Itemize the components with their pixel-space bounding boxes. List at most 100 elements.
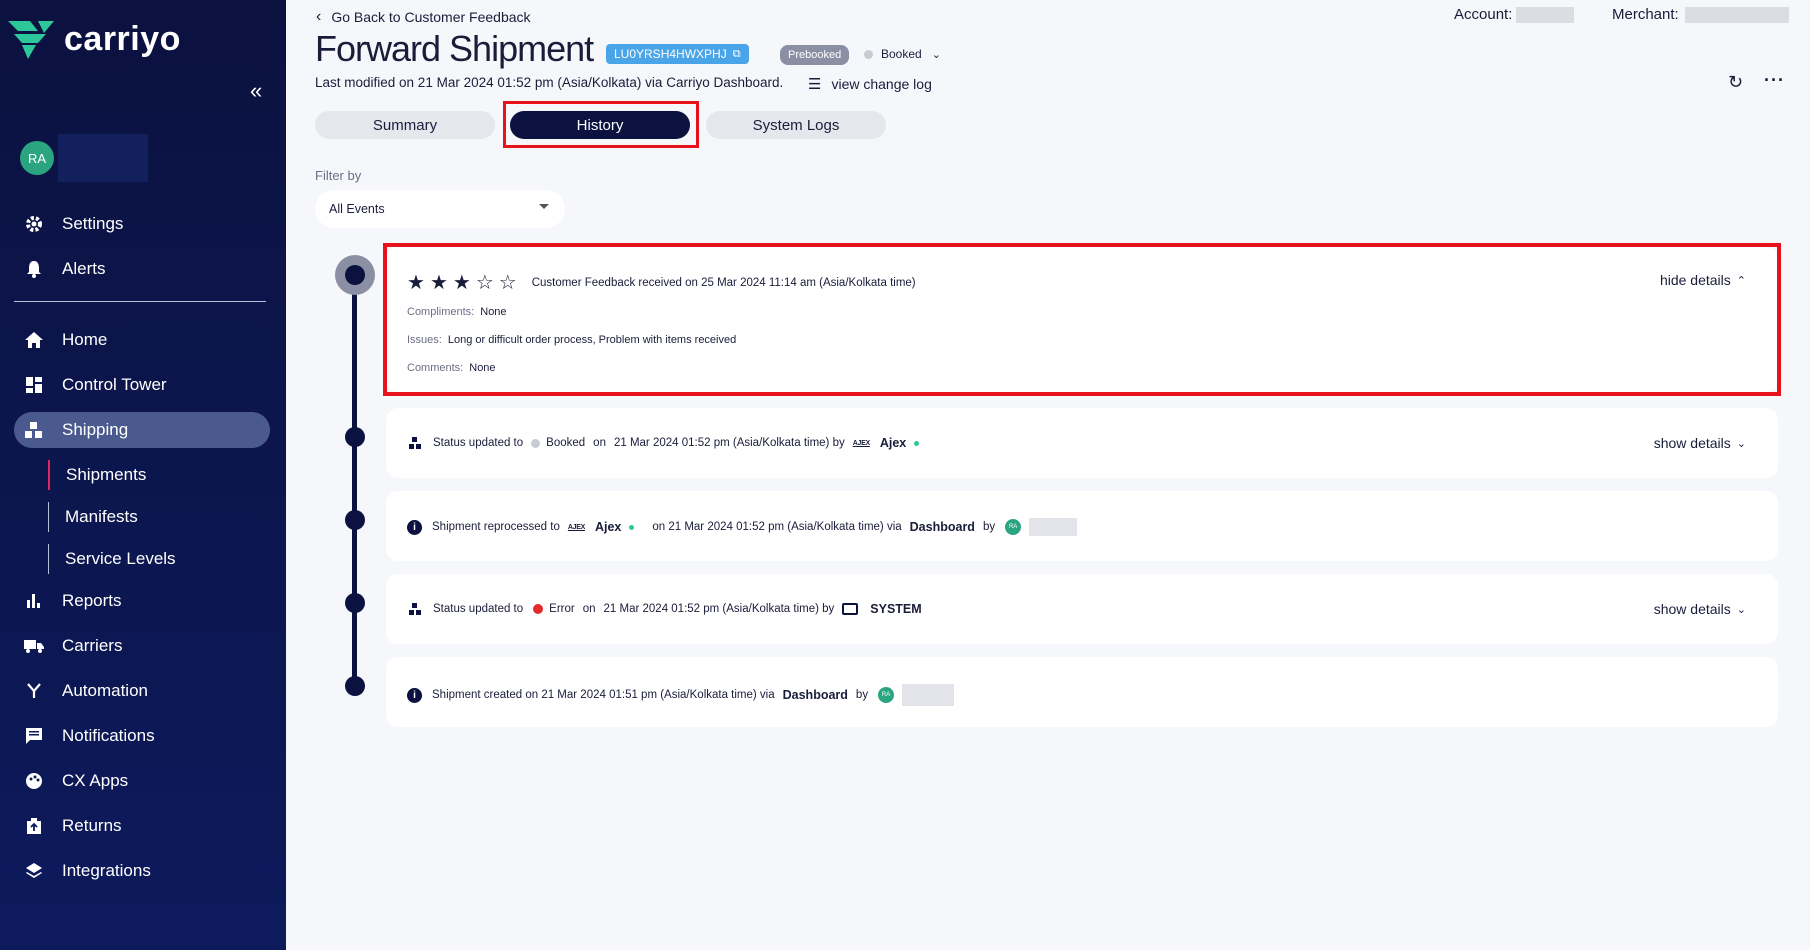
timeline-node: [345, 510, 365, 530]
chevron-down-icon: ⌄: [1736, 603, 1746, 616]
sidebar-item-carriers[interactable]: Carriers: [14, 628, 270, 664]
copy-icon[interactable]: ⧉: [733, 48, 741, 61]
status-dropdown[interactable]: Booked ⌄: [864, 47, 941, 61]
sidebar-item-control-tower[interactable]: Control Tower: [14, 367, 270, 403]
status-event-row: Status updated to Booked on 21 Mar 2024 …: [407, 435, 920, 451]
sidebar-item-settings[interactable]: Settings: [14, 206, 270, 242]
sidebar-item-automation[interactable]: Automation: [14, 673, 270, 709]
carrier-name[interactable]: Ajex: [880, 436, 906, 450]
sidebar-item-label: Reports: [62, 591, 122, 610]
sidebar-item-label: Alerts: [62, 259, 106, 278]
page-title: Forward Shipment: [315, 28, 594, 69]
subnav-item-manifests[interactable]: Manifests: [48, 502, 176, 532]
main-content: ‹ Go Back to Customer Feedback Account: …: [286, 0, 1810, 950]
filter-label: Filter by: [315, 168, 362, 183]
status-label: Booked: [881, 47, 922, 61]
sidebar-item-alerts[interactable]: Alerts: [14, 251, 270, 287]
sidebar-item-label: Returns: [62, 816, 122, 835]
return-box-icon: [24, 816, 44, 836]
event-filter-select[interactable]: All Events: [315, 190, 565, 228]
event-status: Error: [549, 603, 575, 615]
more-options-icon[interactable]: ···: [1764, 70, 1785, 91]
subnav-item-service-levels[interactable]: Service Levels: [48, 544, 176, 574]
timeline-line: [352, 274, 357, 688]
reprocess-event-card: i Shipment reprocessed to AJEX Ajex on 2…: [386, 491, 1778, 561]
chevron-left-icon: ‹: [316, 8, 322, 25]
carriyo-logo[interactable]: carriyo: [8, 20, 181, 59]
bell-icon: [24, 259, 44, 279]
timeline-node-active: [335, 255, 375, 295]
event-on: on: [593, 437, 606, 449]
nav-bottom: Reports Carriers Automation Notification…: [14, 583, 270, 889]
avatar: RA: [878, 687, 895, 703]
account-selector[interactable]: Account:: [1454, 6, 1575, 23]
sidebar-item-label: Control Tower: [62, 375, 167, 394]
gear-icon: [24, 214, 44, 234]
last-modified-text: Last modified on 21 Mar 2024 01:52 pm (A…: [315, 75, 784, 90]
user-profile[interactable]: RA: [20, 134, 148, 182]
carrier-name[interactable]: Ajex: [595, 520, 621, 534]
sidebar-item-notifications[interactable]: Notifications: [14, 718, 270, 754]
carriyo-logo-mark-icon: [8, 20, 54, 59]
refresh-icon[interactable]: ↻: [1728, 72, 1743, 93]
actor-system: SYSTEM: [870, 602, 922, 616]
merchant-value-redacted: [1684, 6, 1789, 23]
ajex-logo-icon: AJEX: [567, 523, 585, 531]
brand-name: carriyo: [64, 20, 181, 58]
merchant-selector[interactable]: Merchant:: [1612, 6, 1789, 23]
collapse-sidebar-icon[interactable]: «: [250, 78, 262, 104]
show-details-button[interactable]: show details ⌄: [1654, 601, 1746, 617]
reprocess-event-row: i Shipment reprocessed to AJEX Ajex on 2…: [407, 518, 1078, 536]
timeline-node: [345, 593, 365, 613]
status-dot-icon: [531, 438, 541, 448]
source-dashboard[interactable]: Dashboard: [783, 688, 848, 702]
boxes-icon: [407, 435, 423, 451]
subnav-item-shipments[interactable]: Shipments: [48, 460, 176, 490]
sidebar-item-integrations[interactable]: Integrations: [14, 853, 270, 889]
boxes-icon: [407, 601, 423, 617]
list-icon: ☰: [808, 76, 822, 93]
show-details-button[interactable]: show details ⌄: [1654, 435, 1746, 451]
event-by: by: [855, 689, 869, 701]
tab-system-logs[interactable]: System Logs: [706, 111, 886, 139]
sidebar-item-returns[interactable]: Returns: [14, 808, 270, 844]
highlight-box: [503, 101, 699, 148]
back-link[interactable]: ‹ Go Back to Customer Feedback: [316, 8, 531, 26]
chevron-down-icon: ⌄: [1736, 437, 1746, 450]
event-date: 21 Mar 2024 01:52 pm (Asia/Kolkata time)…: [613, 437, 845, 449]
event-on: on: [582, 603, 596, 615]
status-badge: Prebooked: [780, 45, 850, 65]
layers-icon: [24, 861, 44, 881]
nav-main: Home Control Tower Shipping: [14, 322, 270, 448]
event-prefix: Status updated to: [433, 603, 524, 615]
tracking-number-badge[interactable]: LU0YRSH4HWXPHJ ⧉: [606, 44, 749, 64]
info-icon: i: [407, 519, 422, 535]
merge-icon: [24, 681, 44, 701]
toggle-label: show details: [1653, 601, 1731, 617]
sidebar-item-reports[interactable]: Reports: [14, 583, 270, 619]
event-prefix: Shipment created on 21 Mar 2024 01:51 pm…: [432, 689, 775, 701]
change-log-label: view change log: [831, 76, 932, 92]
back-link-label: Go Back to Customer Feedback: [331, 9, 531, 25]
status-dot-icon: [864, 49, 873, 59]
tab-summary[interactable]: Summary: [315, 111, 495, 139]
source-dashboard[interactable]: Dashboard: [910, 520, 975, 534]
event-prefix: Shipment reprocessed to: [432, 521, 560, 533]
event-status: Booked: [546, 437, 586, 449]
status-event-card: Status updated to Error on 21 Mar 2024 0…: [386, 574, 1778, 644]
laptop-icon: [842, 603, 859, 615]
sidebar-item-shipping[interactable]: Shipping: [14, 412, 270, 448]
avatar: RA: [20, 141, 54, 175]
created-event-row: i Shipment created on 21 Mar 2024 01:51 …: [407, 684, 955, 706]
error-dot-icon: [533, 604, 544, 614]
sidebar-item-home[interactable]: Home: [14, 322, 270, 358]
timeline-node: [345, 427, 365, 447]
sidebar-item-label: Carriers: [62, 636, 123, 655]
sidebar-item-label: Settings: [62, 214, 124, 233]
sidebar-item-label: Integrations: [62, 861, 151, 880]
sidebar-item-cx-apps[interactable]: CX Apps: [14, 763, 270, 799]
sidebar-item-label: Shipping: [62, 420, 129, 439]
sidebar: carriyo « RA Settings Alerts Home Contro…: [0, 0, 286, 950]
view-change-log-link[interactable]: ☰ view change log: [808, 75, 932, 93]
tracking-number: LU0YRSH4HWXPHJ: [614, 47, 727, 61]
